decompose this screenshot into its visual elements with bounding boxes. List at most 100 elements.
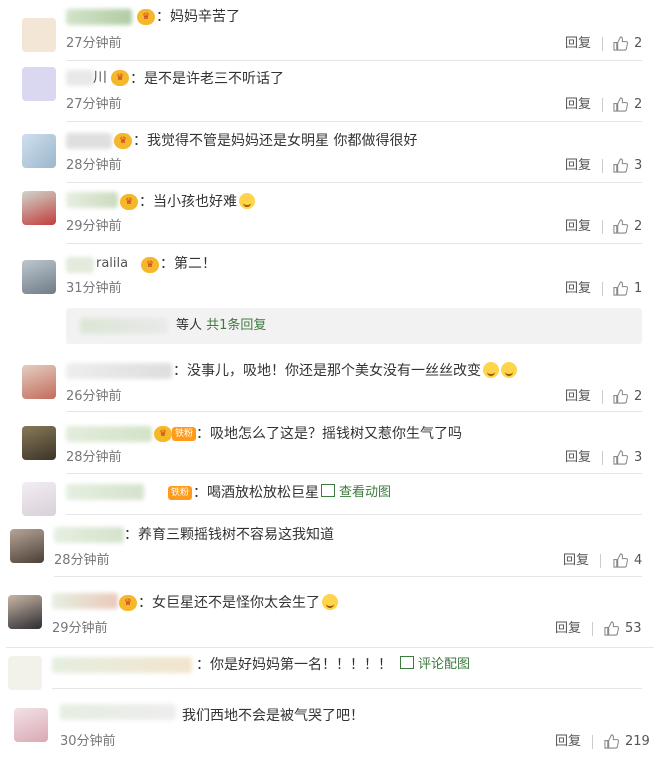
image-icon (400, 656, 414, 669)
avatar[interactable] (22, 365, 56, 399)
badge-icon: ♛ (119, 595, 137, 611)
image-icon (321, 484, 335, 497)
comment-text: ：养育三颗摇钱树不容易这我知道 (124, 527, 334, 543)
divider (6, 647, 654, 648)
reply-button[interactable]: 回复 (565, 280, 591, 298)
comment-time: 28分钟前 (66, 450, 122, 465)
username[interactable] (66, 257, 94, 273)
laugh-emoji-icon (483, 362, 499, 378)
avatar[interactable] (22, 191, 56, 225)
username[interactable] (80, 318, 168, 334)
like-count: 3 (634, 158, 643, 173)
comment-item: ：你是好妈妈第一名！！！！！ 评论配图 (0, 647, 660, 690)
thumbs-up-icon[interactable] (613, 389, 628, 404)
avatar[interactable] (8, 595, 42, 629)
username[interactable] (66, 426, 152, 442)
comment-time: 26分钟前 (66, 389, 122, 404)
comment-item: ♛ ：我觉得不管是妈妈还是女明星 你都做得很好 28分钟前 回复 3 (0, 122, 660, 183)
reply-button[interactable]: 回复 (565, 35, 591, 53)
more-replies-box[interactable]: 等人 共1条回复 (66, 308, 642, 344)
badge-icon: ♛ (137, 9, 155, 25)
avatar[interactable] (22, 426, 56, 460)
comment-text: ：没事儿，吸地！你还是那个美女没有一丝丝改变 (173, 361, 517, 381)
comment-item: ♛ ：妈妈辛苦了 27分钟前 回复 2 (0, 0, 660, 61)
separator (602, 282, 603, 296)
comment-item: ralila ♛ ：第二！ 31分钟前 回复 1 (0, 244, 660, 308)
reply-button[interactable]: 回复 (555, 733, 581, 751)
comment-text: ：吸地怎么了这是？摇钱树又惹你生气了吗 (196, 426, 462, 442)
shiba-emoji-icon (322, 594, 338, 610)
comment-item: ：养育三颗摇钱树不容易这我知道 28分钟前 回复 4 (0, 515, 660, 577)
reply-button[interactable]: 回复 (563, 552, 589, 570)
avatar[interactable] (8, 656, 42, 690)
avatar[interactable] (22, 67, 56, 101)
divider (52, 688, 642, 689)
avatar[interactable] (22, 260, 56, 294)
reply-button[interactable]: 回复 (565, 157, 591, 175)
username[interactable] (66, 363, 172, 379)
thumbs-up-icon[interactable] (613, 281, 628, 296)
avatar[interactable] (22, 18, 56, 52)
thumbs-up-icon[interactable] (613, 553, 628, 568)
username[interactable] (66, 484, 144, 500)
avatar[interactable] (22, 134, 56, 168)
thumbs-up-icon[interactable] (613, 97, 628, 112)
avatar[interactable] (14, 708, 48, 742)
username[interactable] (54, 527, 124, 543)
badge-icon: ♛ (154, 426, 172, 442)
view-gif-link[interactable]: 查看动图 (321, 483, 391, 503)
username[interactable] (66, 9, 132, 25)
comment-time: 29分钟前 (52, 621, 108, 636)
avatar[interactable] (10, 529, 44, 563)
fan-badge: 铁粉 (168, 486, 193, 500)
comment-text: ：是不是许老三不听话了 (130, 71, 284, 87)
comment-time: 28分钟前 (54, 553, 110, 568)
badge-icon: ♛ (120, 194, 138, 210)
thumbs-up-icon[interactable] (604, 734, 619, 749)
username-suffix[interactable]: ralila (96, 254, 128, 274)
more-replies-link[interactable]: 共1条回复 (206, 318, 266, 333)
comment-item: 川 ♛ ：是不是许老三不听话了 27分钟前 回复 2 (0, 61, 660, 122)
comment-time: 30分钟前 (60, 734, 116, 749)
badge-icon: ♛ (114, 133, 132, 149)
view-image-link[interactable]: 评论配图 (400, 655, 470, 675)
comment-item: ：没事儿，吸地！你还是那个美女没有一丝丝改变 26分钟前 回复 2 (0, 350, 660, 412)
thumbs-up-icon[interactable] (604, 621, 619, 636)
username[interactable] (52, 657, 192, 673)
like-count: 53 (625, 621, 642, 636)
username-suffix[interactable]: 川 (93, 68, 107, 88)
comment-time: 28分钟前 (66, 158, 122, 173)
reply-button[interactable]: 回复 (565, 449, 591, 467)
comment-item: ♛ ：女巨星还不是怪你太会生了 29分钟前 回复 53 (0, 577, 660, 644)
like-count: 2 (634, 389, 643, 404)
comment-item: 铁粉 ：喝酒放松放松巨星 查看动图 (0, 474, 660, 516)
thumbs-up-icon[interactable] (613, 219, 628, 234)
comment-item: 我们西地不会是被气哭了吧！ 30分钟前 回复 219 (0, 690, 660, 763)
comment-time: 27分钟前 (66, 36, 122, 51)
separator (602, 37, 603, 51)
comment-text: ：妈妈辛苦了 (156, 9, 240, 25)
like-count: 219 (625, 734, 650, 749)
thumbs-up-icon[interactable] (613, 36, 628, 51)
more-replies-text: 等人 共1条回复 (176, 318, 267, 333)
username[interactable] (66, 70, 94, 86)
reply-button[interactable]: 回复 (565, 388, 591, 406)
reply-button[interactable]: 回复 (555, 620, 581, 638)
comment-text: ：我觉得不管是妈妈还是女明星 你都做得很好 (133, 133, 418, 149)
reply-button[interactable]: 回复 (565, 96, 591, 114)
thumbs-up-icon[interactable] (613, 450, 628, 465)
thumbs-up-icon[interactable] (613, 158, 628, 173)
comment-item: ♛ 铁粉 ：吸地怎么了这是？摇钱树又惹你生气了吗 28分钟前 回复 3 (0, 412, 660, 474)
comment-time: 27分钟前 (66, 97, 122, 112)
avatar[interactable] (22, 482, 56, 516)
username[interactable] (66, 133, 112, 149)
separator (592, 622, 593, 636)
like-count: 2 (634, 36, 643, 51)
like-count: 3 (634, 450, 643, 465)
username[interactable] (60, 704, 176, 720)
reply-button[interactable]: 回复 (565, 218, 591, 236)
username[interactable] (66, 192, 118, 208)
username[interactable] (52, 593, 118, 609)
comment-text: 我们西地不会是被气哭了吧！ (182, 708, 364, 724)
comment-text: ：你是好妈妈第一名！！！！！ (196, 657, 392, 673)
